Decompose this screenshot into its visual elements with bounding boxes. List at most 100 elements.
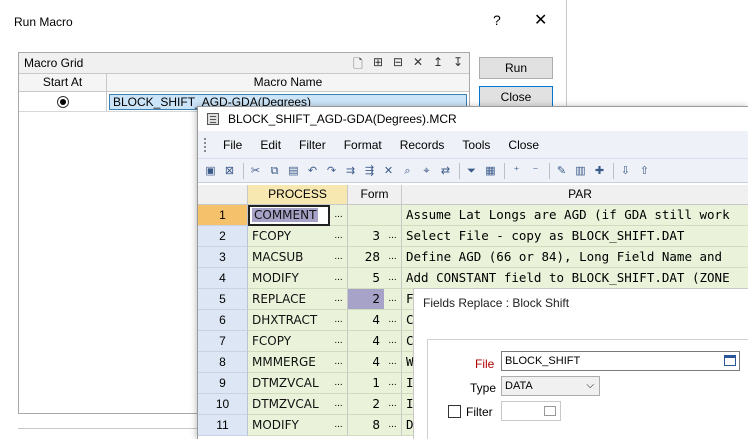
process-browse-button[interactable]: ...: [330, 226, 348, 247]
process-browse-button[interactable]: ...: [330, 415, 348, 436]
type-select[interactable]: DATA ⌵: [501, 376, 600, 396]
paste-icon[interactable]: ▤: [285, 163, 302, 179]
row-number[interactable]: 2: [198, 226, 248, 247]
menu-close[interactable]: Close: [499, 138, 548, 152]
row-number[interactable]: 11: [198, 415, 248, 436]
undo-icon[interactable]: ↶: [304, 163, 321, 179]
row-number[interactable]: 4: [198, 268, 248, 289]
run-button[interactable]: Run: [479, 57, 553, 79]
insert-icon[interactable]: ⊟: [391, 55, 405, 76]
process-cell[interactable]: DTMZVCAL: [248, 373, 330, 394]
par-header[interactable]: PAR: [402, 185, 748, 204]
start-at-radio[interactable]: [56, 95, 69, 108]
browse-file-icon[interactable]: [724, 355, 736, 366]
table-row[interactable]: 1 COMMENT ... Assume Lat Longs are AGD (…: [198, 205, 748, 226]
row-number[interactable]: 9: [198, 373, 248, 394]
form-cell[interactable]: [348, 205, 384, 226]
process-browse-button[interactable]: ...: [330, 268, 348, 289]
row-number[interactable]: 3: [198, 247, 248, 268]
filter-checkbox[interactable]: [448, 405, 461, 418]
process-cell[interactable]: REPLACE: [248, 289, 330, 310]
close-icon[interactable]: ✕: [534, 10, 547, 30]
export-icon[interactable]: ⇧: [636, 163, 653, 179]
filter-input[interactable]: [501, 401, 561, 421]
redo-icon[interactable]: ↷: [323, 163, 340, 179]
form-cell[interactable]: 4: [348, 331, 384, 352]
find-icon[interactable]: ⌕: [399, 163, 416, 179]
form-browse-button[interactable]: ...: [384, 394, 402, 415]
form-cell[interactable]: 4: [348, 352, 384, 373]
form-icon[interactable]: ▥: [572, 163, 589, 179]
form-browse-button[interactable]: ...: [384, 226, 402, 247]
process-cell[interactable]: DHXTRACT: [248, 310, 330, 331]
append-row-icon[interactable]: ⇶: [361, 163, 378, 179]
process-cell[interactable]: FCOPY: [248, 331, 330, 352]
process-cell[interactable]: MACSUB: [248, 247, 330, 268]
process-browse-button[interactable]: ...: [330, 373, 348, 394]
menu-records[interactable]: Records: [391, 138, 454, 152]
process-browse-button[interactable]: ...: [330, 394, 348, 415]
process-cell[interactable]: FCOPY: [248, 226, 330, 247]
save-icon[interactable]: ▣: [202, 163, 219, 179]
insert-row-icon[interactable]: ⇉: [342, 163, 359, 179]
row-number[interactable]: 1: [198, 205, 248, 226]
process-browse-button[interactable]: ...: [330, 331, 348, 352]
add-icon[interactable]: ✚: [591, 163, 608, 179]
par-cell[interactable]: Define AGD (66 or 84), Long Field Name a…: [402, 247, 748, 268]
form-browse-button[interactable]: ...: [384, 352, 402, 373]
form-browse-button[interactable]: ...: [384, 268, 402, 289]
table-row[interactable]: 3 MACSUB ... 28 ... Define AGD (66 or 84…: [198, 247, 748, 268]
delete-icon[interactable]: ✕: [411, 55, 425, 76]
form-browse-button[interactable]: ...: [384, 247, 402, 268]
form-cell[interactable]: 2: [348, 394, 384, 415]
row-number[interactable]: 6: [198, 310, 248, 331]
form-browse-button[interactable]: ...: [384, 373, 402, 394]
table-row[interactable]: 2 FCOPY ... 3 ... Select File - copy as …: [198, 226, 748, 247]
process-cell[interactable]: MMMERGE: [248, 352, 330, 373]
close-button[interactable]: Close: [479, 86, 553, 108]
increase-decimal-icon[interactable]: ⁺: [508, 163, 525, 179]
columns-icon[interactable]: ▦: [482, 163, 499, 179]
process-cell[interactable]: MODIFY: [248, 415, 330, 436]
move-down-icon[interactable]: ↧: [451, 55, 465, 76]
form-browse-button[interactable]: ...: [384, 310, 402, 331]
form-cell[interactable]: 3: [348, 226, 384, 247]
decrease-decimal-icon[interactable]: ⁻: [527, 163, 544, 179]
form-cell[interactable]: 28: [348, 247, 384, 268]
process-cell[interactable]: MODIFY: [248, 268, 330, 289]
menu-file[interactable]: File: [214, 138, 251, 152]
process-cell[interactable]: DTMZVCAL: [248, 394, 330, 415]
row-number[interactable]: 8: [198, 352, 248, 373]
help-button[interactable]: ?: [493, 12, 501, 28]
process-browse-button[interactable]: ...: [330, 205, 348, 226]
process-browse-button[interactable]: ...: [330, 289, 348, 310]
form-cell[interactable]: 4: [348, 310, 384, 331]
process-header[interactable]: PROCESS: [248, 185, 348, 204]
filter-icon[interactable]: ⏷: [463, 163, 480, 179]
find-next-icon[interactable]: ⌖: [418, 163, 435, 179]
par-cell[interactable]: Assume Lat Longs are AGD (if GDA still w…: [402, 205, 748, 226]
form-header[interactable]: Form: [348, 185, 402, 204]
form-browse-button[interactable]: ...: [384, 415, 402, 436]
par-cell[interactable]: Add CONSTANT field to BLOCK_SHIFT.DAT (Z…: [402, 268, 748, 289]
new-icon[interactable]: 🗋: [351, 55, 365, 76]
row-number[interactable]: 7: [198, 331, 248, 352]
menu-format[interactable]: Format: [335, 138, 391, 152]
form-browse-button[interactable]: ...: [384, 289, 402, 310]
form-cell[interactable]: 1: [348, 373, 384, 394]
edit-icon[interactable]: ✎: [553, 163, 570, 179]
file-input[interactable]: BLOCK_SHIFT: [501, 351, 740, 371]
row-number[interactable]: 10: [198, 394, 248, 415]
copy-icon[interactable]: ⧉: [266, 163, 283, 179]
import-icon[interactable]: ⇩: [617, 163, 634, 179]
process-cell[interactable]: COMMENT: [248, 205, 330, 226]
form-browse-button[interactable]: ...: [384, 331, 402, 352]
form-cell[interactable]: 8: [348, 415, 384, 436]
form-cell[interactable]: 5: [348, 268, 384, 289]
form-cell[interactable]: 2: [348, 289, 384, 310]
move-up-icon[interactable]: ↥: [431, 55, 445, 76]
menu-edit[interactable]: Edit: [251, 138, 290, 152]
tree-icon[interactable]: ⊞: [371, 55, 385, 76]
replace-icon[interactable]: ⇄: [437, 163, 454, 179]
process-browse-button[interactable]: ...: [330, 310, 348, 331]
